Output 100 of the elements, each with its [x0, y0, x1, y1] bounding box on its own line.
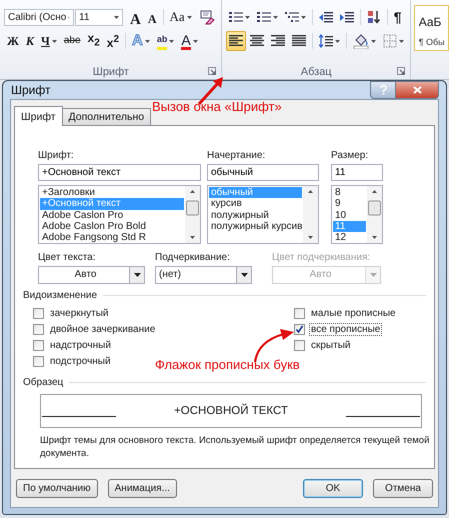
- list-item[interactable]: +Заголовки: [40, 187, 184, 198]
- section-heading: Образец: [23, 377, 64, 388]
- dialog-button[interactable]: Отмена: [373, 478, 433, 498]
- caret-icon: [134, 273, 140, 277]
- checkbox[interactable]: [294, 308, 305, 318]
- caret-icon: [52, 40, 57, 42]
- checkbox-label[interactable]: подстрочный: [48, 354, 113, 368]
- dropdown[interactable]: Авто: [38, 266, 145, 284]
- field-label: Шрифт:: [38, 150, 75, 163]
- list-box[interactable]: 8 9 10 11 12: [331, 185, 383, 244]
- dialog-button[interactable]: По умолчанию: [16, 478, 98, 498]
- font-name-field[interactable]: Calibri (Осно: [4, 8, 74, 26]
- section-heading: Видоизменение: [23, 290, 98, 301]
- list-item[interactable]: 8: [333, 187, 366, 198]
- italic-button[interactable]: К: [22, 31, 38, 51]
- alignment-icon: [292, 35, 306, 47]
- checkbox-label[interactable]: малые прописные: [309, 306, 398, 320]
- input-field[interactable]: обычный: [207, 164, 319, 181]
- subscript-button[interactable]: x$_{2}$: [84, 31, 103, 51]
- checkmark-icon: [295, 324, 304, 334]
- dialog-button[interactable]: Анимация...: [108, 478, 177, 498]
- scrollbar[interactable]: [303, 186, 318, 243]
- checkbox-label[interactable]: скрытый: [309, 338, 352, 352]
- field-label: Цвет подчеркивания:: [272, 252, 372, 265]
- bold-button[interactable]: Ж: [4, 31, 22, 51]
- list-box[interactable]: обычный курсив полужирный полужирный курсив: [207, 185, 319, 244]
- caret-icon: [144, 40, 150, 42]
- field-label: Размер:: [331, 150, 370, 163]
- eraser-icon: [198, 10, 215, 24]
- dialog-launcher-icon[interactable]: [208, 67, 216, 75]
- caret-icon: [370, 273, 376, 277]
- superscript-button[interactable]: x$^{2}$: [104, 31, 122, 51]
- list-item[interactable]: 9: [333, 198, 366, 210]
- tab[interactable]: Шрифт: [14, 106, 63, 126]
- strikethrough-button[interactable]: abe: [60, 31, 84, 51]
- list-item[interactable]: курсив: [209, 198, 302, 210]
- dropdown[interactable]: (нет): [155, 266, 252, 284]
- sort-icon: [366, 10, 381, 24]
- list-box[interactable]: +Заголовки +Основной текст Adobe Caslon Pro Adobe Caslon Pro Bold Adobe Fangsong Std R: [38, 185, 201, 244]
- list-item[interactable]: полужирный курсив: [209, 220, 302, 232]
- numbered-list-icon: [256, 10, 271, 24]
- annotation-text: Флажок прописных букв: [155, 357, 300, 372]
- caret-icon: [272, 16, 278, 18]
- dialog-button[interactable]: OK: [303, 478, 363, 498]
- font-size-field[interactable]: 11: [75, 8, 123, 26]
- align-left-button[interactable]: [226, 31, 246, 51]
- checkbox-label[interactable]: двойное зачеркивание: [48, 322, 158, 336]
- font-color-button[interactable]: A: [178, 31, 201, 51]
- checkbox[interactable]: [33, 340, 44, 350]
- scrollbar[interactable]: [367, 186, 382, 243]
- checkbox-label[interactable]: зачеркнутый: [48, 306, 111, 320]
- bullet-list-icon: [228, 10, 243, 24]
- input-field[interactable]: 11: [331, 164, 383, 181]
- tab[interactable]: Дополнительно: [62, 108, 152, 125]
- checkbox[interactable]: [294, 340, 305, 350]
- caret-icon: [186, 16, 192, 18]
- list-item[interactable]: Adobe Fangsong Std R: [40, 232, 184, 244]
- decrease-indent-icon: [318, 10, 333, 24]
- field-label: Подчеркивание:: [155, 252, 231, 265]
- list-item[interactable]: 10: [333, 210, 366, 221]
- caret-icon: [169, 40, 174, 42]
- scrollbar[interactable]: [185, 186, 200, 243]
- dialog-launcher-icon[interactable]: [396, 67, 405, 75]
- grow-font-button[interactable]: A: [127, 7, 144, 27]
- underline-button[interactable]: Ч: [38, 31, 60, 51]
- list-item[interactable]: полужирный: [209, 210, 302, 221]
- annotation-text: Вызов окна «Шрифт»: [152, 99, 282, 114]
- description-text: Шрифт темы для основного текста. Используемый шрифт определяется текущей темой документа.: [40, 434, 430, 460]
- help-button[interactable]: [370, 81, 396, 99]
- checkbox-label[interactable]: все прописные: [309, 322, 382, 336]
- window-title: Шрифт: [10, 83, 50, 97]
- caret-icon: [334, 40, 340, 42]
- alignment-icon: [270, 35, 285, 47]
- show-marks-button[interactable]: ¶: [390, 7, 404, 27]
- checkbox[interactable]: [33, 308, 44, 318]
- field-label: Начертание:: [207, 150, 266, 163]
- shrink-font-button[interactable]: A: [144, 7, 160, 27]
- checkbox[interactable]: [33, 356, 44, 366]
- list-item[interactable]: 12: [333, 232, 366, 244]
- input-field[interactable]: +Основной текст: [38, 164, 201, 181]
- checkbox[interactable]: [33, 324, 44, 334]
- change-case-button[interactable]: Aa: [166, 7, 195, 27]
- caret-icon: [300, 16, 306, 18]
- highlight-button[interactable]: ab: [154, 31, 178, 51]
- caret-icon: [398, 40, 404, 42]
- checkbox[interactable]: [294, 324, 305, 334]
- borders-icon: [382, 34, 397, 48]
- field-label: Цвет текста:: [38, 252, 97, 265]
- caret-icon: [370, 40, 376, 42]
- close-button[interactable]: [396, 81, 439, 99]
- group-label: Абзац: [300, 66, 332, 78]
- alignment-icon: [228, 35, 243, 47]
- line-spacing-icon: [318, 34, 333, 48]
- checkbox-label[interactable]: надстрочный: [48, 338, 113, 352]
- list-item[interactable]: Adobe Caslon Pro Bold: [40, 220, 184, 232]
- caret-icon: [240, 273, 248, 277]
- list-item[interactable]: Adobe Caslon Pro: [40, 210, 184, 221]
- caret-icon: [244, 16, 250, 18]
- style-gallery-item[interactable]: АаБ ¶ Обы: [414, 5, 449, 51]
- group-label: Шрифт: [92, 66, 129, 78]
